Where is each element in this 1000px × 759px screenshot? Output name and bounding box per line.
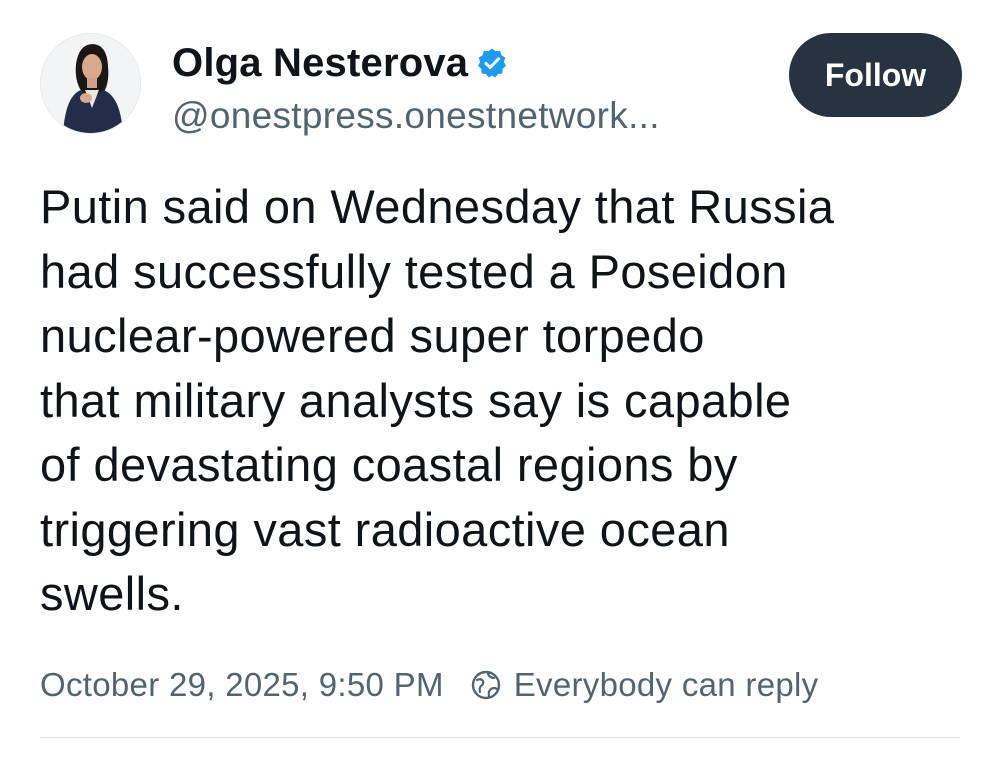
post-meta: October 29, 2025, 9:50 PM Everybody can … [40,660,818,710]
avatar-image [41,34,140,133]
post-text-line: triggering vast radioactive ocean [40,502,730,556]
post-text-line: Putin said on Wednesday that Russia [40,180,835,233]
post-text-line: swells. [40,567,184,620]
post-text-line: nuclear-powered super torpedo [40,309,705,362]
post-card: Olga Nesterova @onestpress.onestnetwork.… [0,0,1000,759]
post-text: Putin said on Wednesday that Russia had … [40,175,960,627]
globe-icon [470,669,502,701]
handle[interactable]: @onestpress.onestnetwork... [172,95,772,137]
post-text-line: of devastating coastal regions by [40,438,738,491]
verified-badge-icon[interactable] [476,47,508,79]
reply-setting[interactable]: Everybody can reply [514,666,819,704]
follow-button[interactable]: Follow [789,33,962,117]
post-text-line: had successfully tested a Poseidon [40,244,788,298]
divider [40,737,960,738]
avatar[interactable] [40,33,141,134]
display-name[interactable]: Olga Nesterova [172,41,468,86]
name-row: Olga Nesterova [172,37,772,89]
post-text-line: that military analysts say is capable [40,373,792,427]
post-header: Olga Nesterova @onestpress.onestnetwork.… [40,33,962,143]
author-info: Olga Nesterova @onestpress.onestnetwork.… [172,37,772,137]
timestamp[interactable]: October 29, 2025, 9:50 PM [40,666,444,704]
